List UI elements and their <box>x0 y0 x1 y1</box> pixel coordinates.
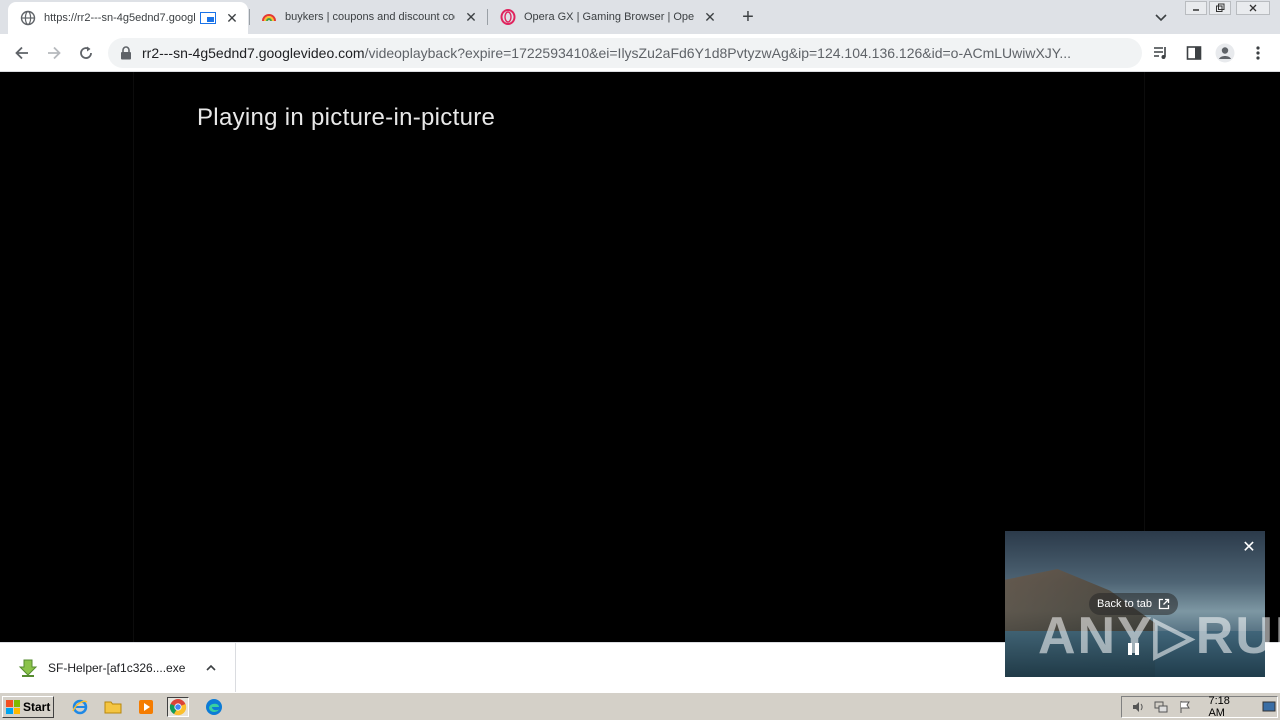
tab-opera-gx[interactable]: Opera GX | Gaming Browser | Opera ✕ <box>488 0 726 34</box>
tab-close-icon[interactable]: ✕ <box>224 10 240 26</box>
download-item[interactable]: SF-Helper-[af1c326....exe <box>0 643 236 692</box>
url-host: rr2---sn-4g5ednd7.googlevideo.com <box>142 45 365 61</box>
browser-toolbar: rr2---sn-4g5ednd7.googlevideo.com/videop… <box>0 34 1280 95</box>
window-close-button[interactable] <box>1236 1 1270 15</box>
back-arrow-icon <box>15 46 28 60</box>
tab-close-icon[interactable]: ✕ <box>702 9 718 25</box>
forward-button[interactable] <box>42 41 66 65</box>
tab-title: Opera GX | Gaming Browser | Opera <box>524 11 694 23</box>
globe-icon <box>20 10 36 26</box>
windows-logo-icon <box>6 700 20 714</box>
reload-icon <box>80 46 92 59</box>
url-path: /videoplayback?expire=1722593410&ei=Ilys… <box>364 45 1071 61</box>
lock-icon[interactable] <box>118 45 134 61</box>
restore-button[interactable] <box>1209 1 1231 15</box>
internet-explorer-icon[interactable] <box>69 697 91 717</box>
file-explorer-icon[interactable] <box>102 697 124 717</box>
back-button[interactable] <box>10 41 34 65</box>
video-player[interactable] <box>133 72 1145 642</box>
url-text: rr2---sn-4g5ednd7.googlevideo.com/videop… <box>142 45 1072 61</box>
media-controls-icon[interactable] <box>1151 43 1171 63</box>
tab-strip: https://rr2---sn-4g5ednd7.googlevideo.co… <box>0 0 1280 34</box>
pip-close-icon[interactable]: ✕ <box>1241 539 1257 556</box>
download-filename: SF-Helper-[af1c326....exe <box>48 660 186 675</box>
profile-avatar-icon[interactable] <box>1215 43 1235 63</box>
volume-icon[interactable] <box>1130 699 1145 715</box>
reload-button[interactable] <box>74 41 98 65</box>
action-center-flag-icon[interactable] <box>1177 699 1192 715</box>
tab-close-icon[interactable]: ✕ <box>463 9 479 25</box>
minimize-button[interactable] <box>1185 1 1207 15</box>
address-bar[interactable]: rr2---sn-4g5ednd7.googlevideo.com/videop… <box>108 38 1142 68</box>
opera-logo-icon <box>500 9 516 25</box>
caret-up-icon[interactable] <box>203 660 219 676</box>
tab-buykers[interactable]: buykers | coupons and discount codes ✕ <box>249 0 487 34</box>
tab-title: buykers | coupons and discount codes <box>285 11 455 23</box>
chrome-icon[interactable] <box>167 697 189 717</box>
side-panel-icon[interactable] <box>1184 43 1204 63</box>
forward-arrow-icon <box>48 46 61 60</box>
clock[interactable]: 7:18 AM <box>1208 695 1247 719</box>
new-tab-button[interactable]: + <box>737 6 759 28</box>
system-tray: 7:18 AM <box>1121 695 1278 719</box>
taskbar: Start 7:18 AM <box>0 692 1280 720</box>
menu-kebab-icon[interactable] <box>1248 43 1268 63</box>
tab-title: https://rr2---sn-4g5ednd7.googlevideo.co… <box>44 12 196 24</box>
edge-icon[interactable] <box>203 697 225 717</box>
tab-googlevideo[interactable]: https://rr2---sn-4g5ednd7.googlevideo.co… <box>8 2 248 34</box>
picture-in-picture-icon <box>200 12 216 24</box>
pip-placeholder-message: Playing in picture-in-picture <box>197 104 496 131</box>
network-icon[interactable] <box>1153 699 1168 715</box>
media-player-icon[interactable] <box>135 697 157 717</box>
tab-search-chevron-icon[interactable] <box>1152 8 1170 26</box>
show-desktop-icon[interactable] <box>1262 699 1277 715</box>
anyrun-watermark: ANY▷RUN <box>1038 607 1280 665</box>
start-button[interactable]: Start <box>2 696 54 718</box>
download-file-icon <box>18 658 38 678</box>
rainbow-icon <box>261 9 277 25</box>
start-label: Start <box>23 700 51 714</box>
